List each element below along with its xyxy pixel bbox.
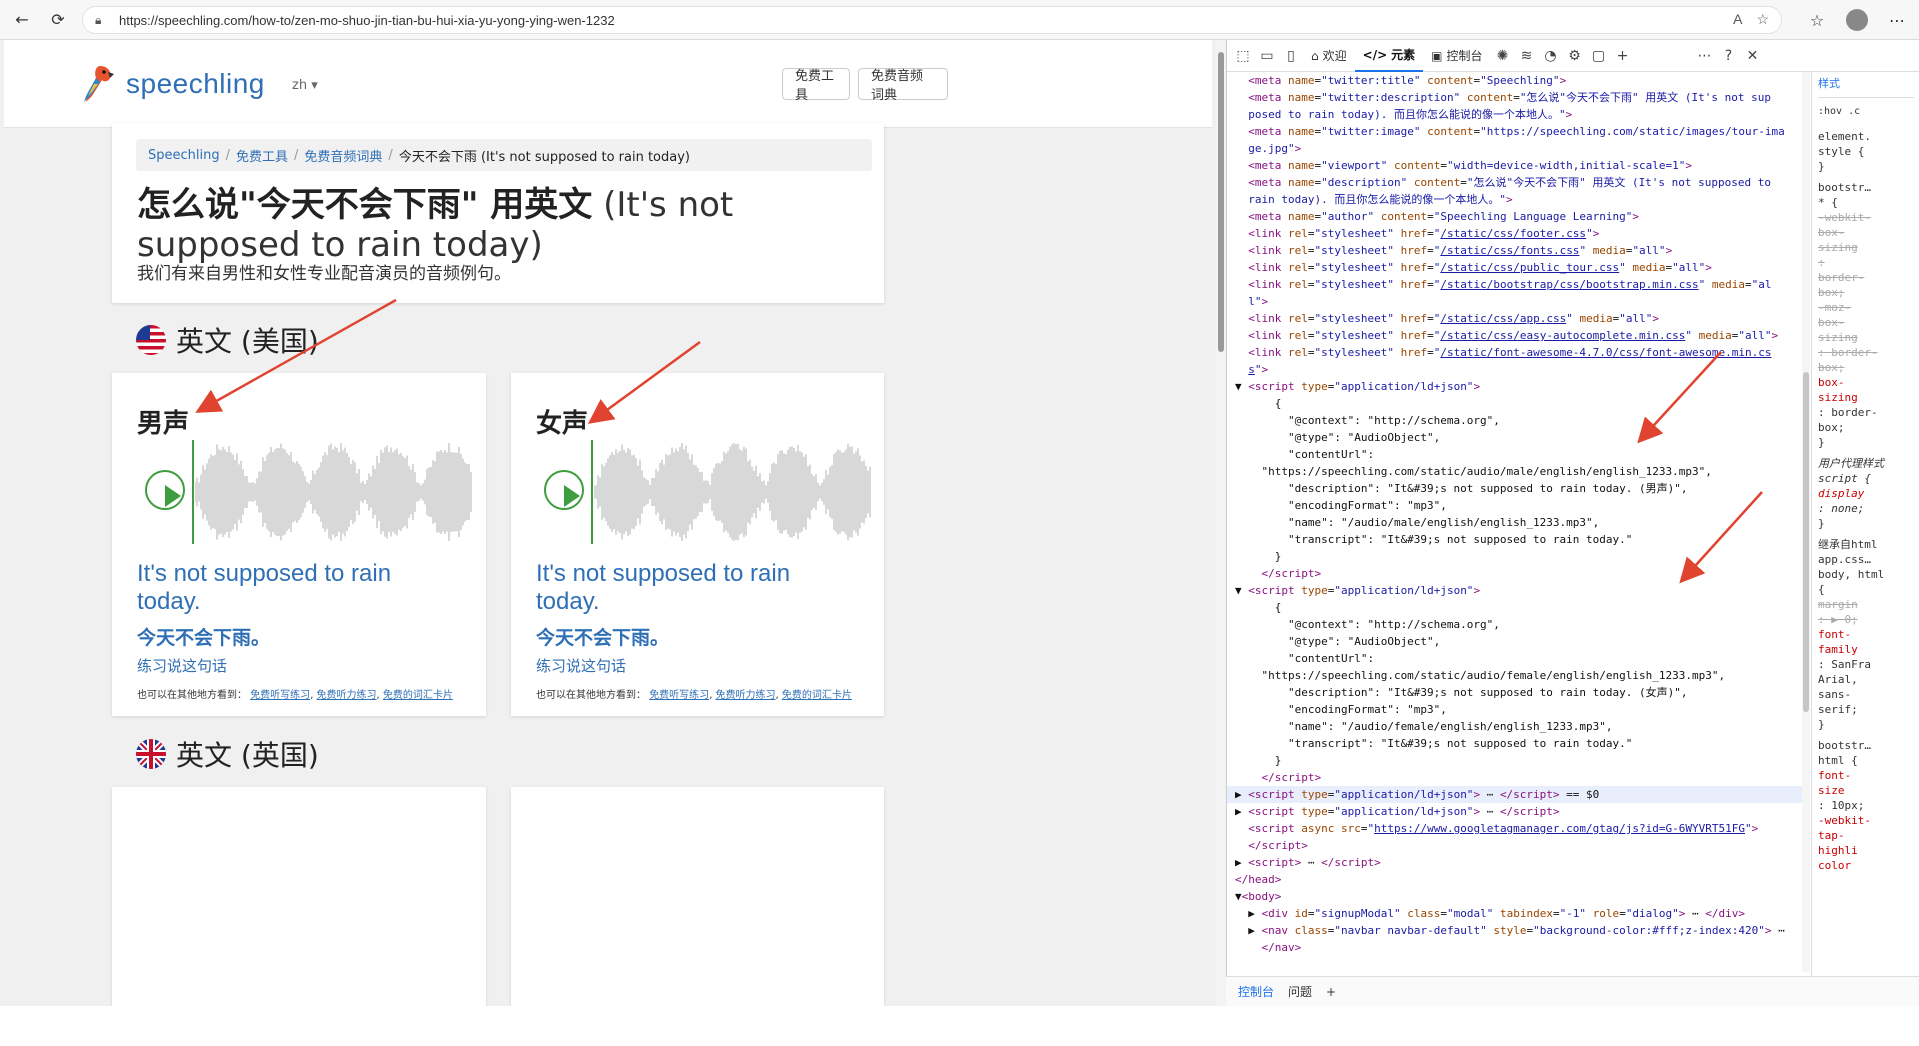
settings-gear-icon[interactable]: ⚙ (1563, 40, 1587, 72)
male-also-label: 也可以在其他地方看到： (137, 690, 247, 701)
section-uk: 英文 (英国) (136, 734, 319, 774)
male-voice-card: 男声 It's not supposed to rain today. 今天不会… (112, 373, 486, 716)
home-icon: ⌂ (1311, 48, 1319, 63)
female-link-listening[interactable]: 免费听力练习 (716, 690, 776, 701)
male-play-button[interactable] (145, 470, 185, 510)
reload-icon[interactable]: ⟳ (44, 6, 72, 34)
uk-flag-icon (136, 739, 166, 769)
free-audio-dictionary-button[interactable]: 免费音频词典 (858, 68, 948, 103)
female-phrase-en: It's not supposed to rain today. (536, 560, 791, 615)
add-tab-icon[interactable]: + (1611, 40, 1635, 72)
male-link-dictation[interactable]: 免费听写练习 (250, 690, 310, 701)
console-icon: ▣ (1431, 48, 1443, 63)
help-icon[interactable]: ? (1717, 40, 1741, 72)
breadcrumb-speechling[interactable]: Speechling (148, 148, 220, 163)
section-us: 英文 (美国) (136, 320, 319, 360)
favorite-star-icon[interactable]: ☆ (1756, 11, 1769, 28)
male-audio-player (137, 440, 473, 544)
female-phrase-zh: 今天不会下雨。 (536, 627, 670, 649)
address-bar[interactable]: 🔒︎ https://speechling.com/how-to/zen-mo-… (82, 6, 1782, 34)
male-link-flashcards[interactable]: 免费的词汇卡片 (383, 690, 453, 701)
read-aloud-icon[interactable]: A (1733, 11, 1742, 28)
devtools-drawer (1227, 1006, 1919, 1046)
female-voice-title: 女声 (536, 409, 589, 439)
breadcrumb: Speechling / 免费工具 / 免费音频词典 / 今天不会下雨 (It's n… (136, 139, 872, 171)
female-link-flashcards[interactable]: 免费的词汇卡片 (782, 690, 852, 701)
site-header: speechling zh ▾ 免费工具 免费音频词典 (4, 40, 1212, 128)
section-uk-label: 英文 (英国) (176, 739, 319, 772)
male-voice-title: 男声 (137, 409, 190, 439)
wifi-icon[interactable]: ≋ (1515, 40, 1539, 72)
dom-tree[interactable]: <meta name="twitter:title" content="Spee… (1227, 72, 1802, 990)
tab-welcome[interactable]: ⌂ 欢迎 (1303, 40, 1355, 72)
styles-pane[interactable]: 样式 :hov .c element. style { } bootstr… *… (1811, 72, 1919, 990)
dom-scrollbar[interactable] (1802, 72, 1810, 972)
male-waveform[interactable] (195, 440, 473, 544)
breadcrumb-free-tools[interactable]: 免费工具 (236, 146, 288, 165)
female-also-label: 也可以在其他地方看到： (536, 690, 646, 701)
back-icon[interactable]: ← (8, 6, 36, 34)
page-scrollbar[interactable] (1216, 40, 1226, 1006)
code-icon: </> (1362, 47, 1388, 62)
female-play-button[interactable] (544, 470, 584, 510)
tab-console-label: 控制台 (1446, 49, 1483, 63)
breadcrumb-dictionary[interactable]: 免费音频词典 (304, 146, 382, 165)
application-icon[interactable]: ▢ (1587, 40, 1611, 72)
us-flag-icon (136, 325, 166, 355)
breadcrumb-current: 今天不会下雨 (It's not supposed to rain today) (398, 149, 690, 165)
styles-tab[interactable]: 样式 (1818, 76, 1914, 98)
parrot-logo-icon (84, 66, 114, 102)
male-also-seen: 也可以在其他地方看到： 免费听写练习, 免费听力练习, 免费的词汇卡片 (137, 690, 453, 701)
more-menu-icon[interactable]: ⋯ (1883, 6, 1911, 34)
free-tools-button[interactable]: 免费工具 (782, 68, 850, 103)
dock-icon[interactable]: ▯ (1279, 40, 1303, 72)
female-audio-player (536, 440, 872, 544)
close-devtools-icon[interactable]: ✕ (1741, 40, 1765, 72)
more-icon[interactable]: ⋯ (1693, 40, 1717, 72)
drawer-add-icon[interactable]: + (1326, 985, 1336, 999)
female-practice-link[interactable]: 练习说这句话 (536, 655, 626, 676)
page-title: 怎么说"今天不会下雨" 用英文 (It's not supposed to ra… (137, 185, 877, 265)
url-text: https://speechling.com/how-to/zen-mo-shu… (119, 12, 615, 28)
male-phrase-zh: 今天不会下雨。 (137, 627, 271, 649)
brand-name: speechling (126, 68, 265, 99)
language-dropdown[interactable]: zh ▾ (292, 78, 318, 93)
lock-icon: 🔒︎ (95, 12, 102, 27)
devtools-panel: ⬚ ▭ ▯ ⌂ 欢迎 </> 元素 ▣ 控制台 ✺ ≋ ◔ ⚙ ▢ + ⋯ ? ✕ <… (1226, 40, 1919, 1006)
tab-elements-label: 元素 (1391, 48, 1416, 62)
profile-avatar[interactable] (1843, 6, 1871, 34)
browser-toolbar: ← ⟳ 🔒︎ https://speechling.com/how-to/zen… (0, 0, 1919, 40)
performance-icon[interactable]: ◔ (1539, 40, 1563, 72)
drawer-tab-issues[interactable]: 问题 (1288, 983, 1312, 1000)
drawer-tab-console[interactable]: 控制台 (1238, 983, 1274, 1000)
tab-welcome-label: 欢迎 (1322, 49, 1347, 63)
female-also-seen: 也可以在其他地方看到： 免费听写练习, 免费听力练习, 免费的词汇卡片 (536, 690, 852, 701)
section-us-label: 英文 (美国) (176, 325, 319, 358)
male-phrase-en: It's not supposed to rain today. (137, 560, 392, 615)
page-subtitle: 我们有来自男性和女性专业配音演员的音频例句。 (137, 264, 511, 284)
title-zh: 怎么说"今天不会下雨" 用英文 (137, 185, 593, 225)
webpage: speechling zh ▾ 免费工具 免费音频词典 Speechling / … (0, 40, 1216, 1006)
favorites-icon[interactable]: ☆ (1803, 6, 1831, 34)
devtools-toolbar: ⬚ ▭ ▯ ⌂ 欢迎 </> 元素 ▣ 控制台 ✺ ≋ ◔ ⚙ ▢ + ⋯ ? ✕ (1227, 40, 1919, 72)
hov-toggle[interactable]: :hov .c (1818, 104, 1914, 119)
intro-card: Speechling / 免费工具 / 免费音频词典 / 今天不会下雨 (It's n… (112, 123, 884, 303)
male-link-listening[interactable]: 免费听力练习 (317, 690, 377, 701)
female-voice-card: 女声 It's not supposed to rain today. 今天不会… (511, 373, 884, 716)
female-link-dictation[interactable]: 免费听写练习 (649, 690, 709, 701)
female-waveform[interactable] (594, 440, 872, 544)
site-logo[interactable]: speechling (74, 62, 265, 106)
uk-male-voice-card (112, 787, 486, 1006)
male-practice-link[interactable]: 练习说这句话 (137, 655, 227, 676)
bug-icon[interactable]: ✺ (1491, 40, 1515, 72)
inspect-icon[interactable]: ⬚ (1231, 40, 1255, 72)
device-icon[interactable]: ▭ (1255, 40, 1279, 72)
uk-female-voice-card (511, 787, 884, 1006)
female-playhead (591, 440, 593, 544)
tab-console[interactable]: ▣ 控制台 (1423, 40, 1490, 72)
tab-elements[interactable]: </> 元素 (1354, 40, 1424, 72)
drawer-tabbar: 控制台 问题 + (1226, 976, 1919, 1006)
male-playhead (192, 440, 194, 544)
